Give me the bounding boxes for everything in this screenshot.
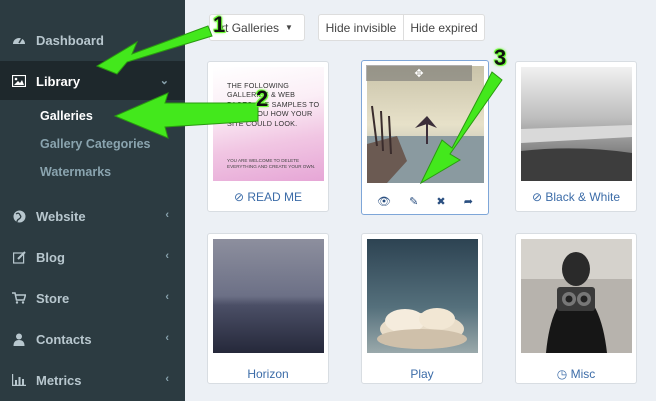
gallery-actions: 👁 ✎ ✖ ➦: [368, 195, 482, 208]
hide-expired-button[interactable]: Hide expired: [403, 14, 485, 41]
hide-invisible-button[interactable]: Hide invisible: [318, 14, 404, 41]
eye-icon[interactable]: 👁: [377, 195, 391, 208]
sidebar-item-library[interactable]: Library ⌄: [0, 61, 185, 101]
user-icon: [12, 332, 26, 346]
sidebar-item-store[interactable]: Store ‹: [0, 278, 185, 318]
callout-number-1: 1: [213, 12, 226, 37]
chevron-left-icon: ‹: [165, 373, 169, 385]
gallery-card-horizon[interactable]: Horizon: [207, 233, 329, 384]
gallery-caption[interactable]: Horizon: [208, 367, 328, 381]
gallery-thumbnail: [521, 67, 632, 181]
gallery-card-play[interactable]: Play: [361, 233, 483, 384]
callout-number-3: 3: [494, 45, 507, 70]
sidebar-item-website[interactable]: Website ‹: [0, 196, 185, 236]
caret-down-icon: ▼: [285, 23, 293, 32]
submenu-item-galleries[interactable]: Galleries: [40, 109, 93, 123]
edit-icon: [12, 250, 26, 264]
chevron-left-icon: ‹: [165, 209, 169, 221]
pencil-icon[interactable]: ✎: [409, 195, 418, 208]
sidebar-item-metrics[interactable]: Metrics ‹: [0, 360, 185, 400]
gallery-caption[interactable]: ⊘ Black & White: [516, 190, 636, 204]
share-icon[interactable]: ➦: [464, 195, 473, 208]
gallery-card-readme[interactable]: THE FOLLOWING GALLERIES & WEB PAGES ARE …: [207, 61, 329, 212]
gallery-thumbnail: [213, 239, 324, 353]
gallery-thumbnail: [367, 239, 478, 353]
chevron-left-icon: ‹: [165, 332, 169, 344]
image-icon: [12, 74, 26, 88]
readme-note: YOU ARE WELCOME TO DELETE EVERYTHING AND…: [227, 158, 316, 169]
sidebar: Dashboard Library ⌄ Galleries Gallery Ca…: [0, 0, 185, 401]
sidebar-item-label: Contacts: [36, 331, 92, 347]
chevron-left-icon: ‹: [165, 250, 169, 262]
clock-icon: ◷: [556, 367, 568, 381]
ban-icon: ⊘: [531, 190, 542, 204]
sidebar-item-label: Dashboard: [36, 32, 104, 48]
globe-icon: [12, 209, 26, 223]
gallery-caption[interactable]: ◷ Misc: [516, 367, 636, 381]
gallery-thumbnail: [367, 66, 484, 183]
sidebar-item-dashboard[interactable]: Dashboard: [0, 20, 185, 60]
gallery-card-black-white[interactable]: ⊘ Black & White: [515, 61, 637, 212]
gallery-thumbnail: [521, 239, 632, 353]
library-submenu: Galleries Gallery Categories Watermarks: [0, 100, 185, 193]
chevron-down-icon: ⌄: [159, 75, 169, 87]
chevron-left-icon: ‹: [165, 291, 169, 303]
callout-number-2: 2: [256, 86, 269, 111]
submenu-item-gallery-categories[interactable]: Gallery Categories: [40, 137, 150, 151]
sidebar-item-label: Blog: [36, 249, 65, 265]
submenu-item-watermarks[interactable]: Watermarks: [40, 165, 111, 179]
gallery-thumbnail: THE FOLLOWING GALLERIES & WEB PAGES ARE …: [213, 67, 324, 181]
gallery-card-selected[interactable]: ✥ 👁 ✎ ✖ ➦: [361, 60, 489, 215]
bar-chart-icon: [12, 373, 26, 387]
gallery-caption[interactable]: Play: [362, 367, 482, 381]
drag-handle[interactable]: ✥: [366, 65, 472, 81]
move-icon: ✥: [414, 67, 424, 80]
gallery-card-misc[interactable]: ◷ Misc: [515, 233, 637, 384]
sidebar-item-label: Metrics: [36, 372, 82, 388]
sidebar-item-contacts[interactable]: Contacts ‹: [0, 319, 185, 359]
sidebar-item-label: Website: [36, 208, 86, 224]
sidebar-item-blog[interactable]: Blog ‹: [0, 237, 185, 277]
cart-icon: [12, 291, 26, 305]
delete-icon[interactable]: ✖: [436, 195, 445, 208]
sidebar-item-label: Store: [36, 290, 70, 306]
sidebar-item-label: Library: [36, 73, 81, 89]
ban-icon: ⊘: [233, 190, 245, 204]
gallery-caption-text: READ ME: [247, 190, 303, 204]
gallery-caption[interactable]: ⊘ READ ME: [208, 190, 328, 204]
gallery-caption-text: Misc: [570, 367, 596, 381]
gallery-caption-text: Black & White: [545, 190, 621, 204]
dashboard-icon: [12, 33, 26, 47]
